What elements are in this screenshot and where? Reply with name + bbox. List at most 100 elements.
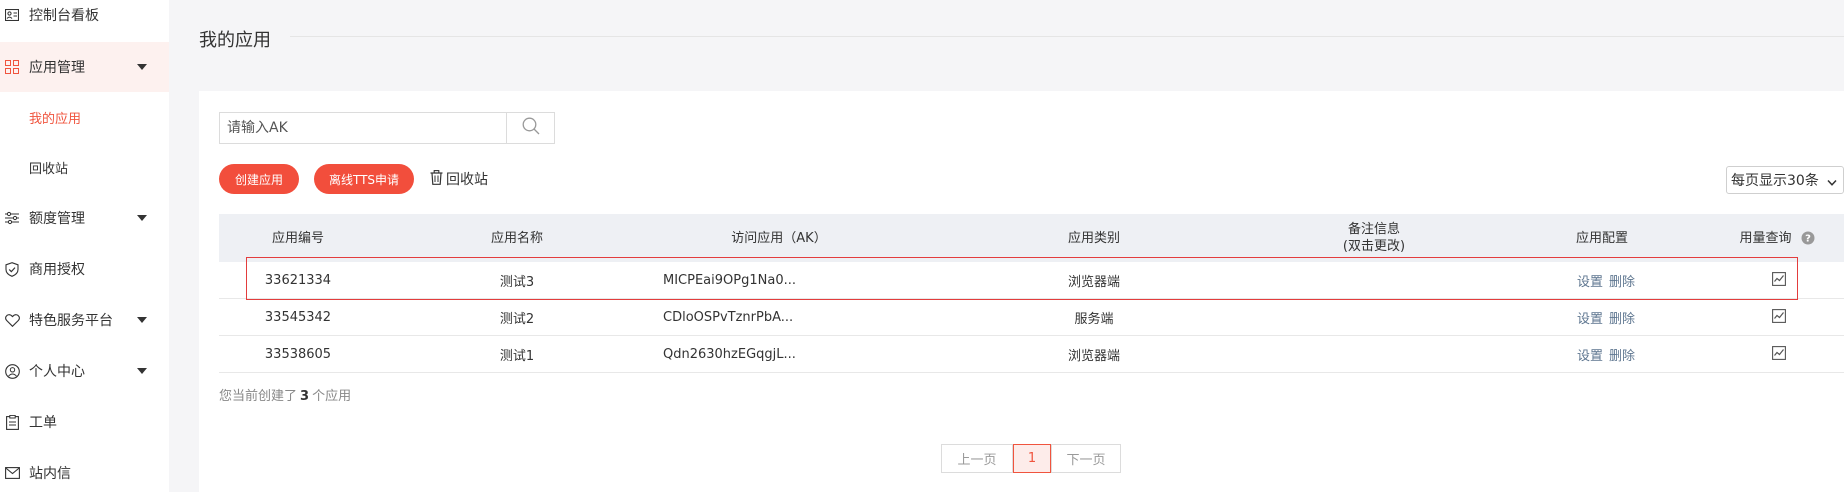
trash-icon	[430, 169, 443, 189]
cell-ak: Qdn2630hzEGqgjL...	[663, 347, 796, 362]
column-header-note-line2: (双击更改)	[1342, 239, 1406, 254]
cell-note[interactable]	[1314, 262, 1434, 299]
sidebar-item-recycle-bin[interactable]: 回收站	[0, 142, 169, 192]
column-header-usage-label: 用量查询	[1739, 230, 1792, 246]
sidebar-item-label: 回收站	[29, 161, 69, 177]
create-app-button[interactable]: 创建应用	[219, 164, 299, 194]
column-header-id: 应用编号	[271, 230, 324, 246]
grid-icon	[4, 59, 20, 75]
page-size-select[interactable]: 每页显示30条	[1726, 166, 1844, 194]
cell-name: 测试1	[499, 349, 535, 364]
cell-note[interactable]	[1314, 336, 1434, 373]
cell-type: 服务端	[1074, 312, 1114, 327]
caret-down-icon	[137, 368, 147, 374]
caret-down-icon	[137, 215, 147, 221]
column-header-note-line1: 备注信息	[1347, 222, 1400, 237]
sidebar-item-label: 工单	[29, 415, 57, 431]
prev-page-button[interactable]: 上一页	[941, 444, 1013, 473]
summary-count: 3	[300, 389, 310, 404]
sidebar-item-label: 个人中心	[29, 364, 85, 380]
sidebar: 控制台看板 应用管理 我的应用 回收站 额度管理 商用授权 特色服务平台 个人中…	[0, 0, 169, 492]
column-header-type: 应用类别	[1067, 230, 1120, 246]
table-row: 33538605 测试1 Qdn2630hzEGqgjL... 浏览器端 设置 …	[219, 336, 1844, 373]
recycle-bin-label: 回收站	[446, 172, 488, 188]
sliders-icon	[4, 210, 20, 226]
sidebar-item-quota[interactable]: 额度管理	[0, 193, 169, 243]
mail-icon	[4, 465, 20, 481]
shield-check-icon	[4, 261, 20, 277]
column-header-usage: 用量查询 ?	[1722, 214, 1832, 262]
cell-type: 浏览器端	[1067, 275, 1120, 290]
sidebar-item-commercial-license[interactable]: 商用授权	[0, 244, 169, 294]
cell-name: 测试3	[499, 275, 535, 290]
column-header-ak: 访问应用（AK）	[731, 230, 827, 246]
cell-type: 浏览器端	[1067, 349, 1120, 364]
sidebar-item-label: 商用授权	[29, 262, 85, 278]
column-header-name: 应用名称	[490, 230, 543, 246]
sidebar-item-label: 站内信	[29, 466, 71, 482]
clipboard-icon	[4, 414, 20, 430]
caret-down-icon	[137, 317, 147, 323]
search-box	[219, 112, 555, 144]
sidebar-item-dashboard[interactable]: 控制台看板	[0, 0, 169, 40]
settings-link[interactable]: 设置	[1577, 345, 1603, 364]
sidebar-item-label: 控制台看板	[29, 8, 99, 24]
cell-ak: MICPEai9OPg1Na0...	[663, 273, 796, 288]
column-header-note: 备注信息 (双击更改)	[1314, 214, 1434, 262]
sidebar-item-label: 特色服务平台	[29, 313, 113, 329]
summary-prefix: 您当前创建了	[219, 389, 298, 404]
search-icon	[522, 117, 540, 139]
table-header: 应用编号 应用名称 访问应用（AK） 应用类别 备注信息 (双击更改) 应用配置…	[219, 214, 1844, 262]
sidebar-item-label: 应用管理	[29, 60, 85, 76]
sidebar-item-label: 额度管理	[29, 211, 85, 227]
usage-chart-icon[interactable]	[1772, 271, 1786, 290]
page-size-value: 每页显示30条	[1731, 173, 1819, 189]
sidebar-item-featured-services[interactable]: 特色服务平台	[0, 295, 169, 345]
user-icon	[4, 363, 20, 379]
help-icon[interactable]: ?	[1801, 231, 1815, 245]
usage-chart-icon[interactable]	[1772, 308, 1786, 327]
next-page-button[interactable]: 下一页	[1051, 444, 1121, 473]
search-input[interactable]	[220, 113, 506, 143]
cell-name: 测试2	[499, 312, 535, 327]
cell-id: 33538605	[264, 347, 332, 362]
cell-config: 设置 删除	[1577, 262, 1677, 299]
sidebar-item-app-management[interactable]: 应用管理	[0, 42, 169, 92]
cell-config: 设置 删除	[1577, 299, 1677, 336]
divider	[290, 36, 1844, 37]
svg-text:?: ?	[1805, 234, 1811, 245]
sidebar-item-label: 我的应用	[29, 111, 82, 127]
delete-link[interactable]: 删除	[1609, 308, 1635, 327]
cell-config: 设置 删除	[1577, 336, 1677, 373]
app-count-summary: 您当前创建了 3 个应用	[219, 385, 351, 404]
sidebar-item-personal-center[interactable]: 个人中心	[0, 346, 169, 396]
settings-link[interactable]: 设置	[1577, 271, 1603, 290]
summary-suffix: 个应用	[312, 389, 352, 404]
offline-tts-apply-button[interactable]: 离线TTS申请	[314, 164, 414, 194]
page-title: 我的应用	[199, 30, 271, 51]
cell-id: 33621334	[264, 273, 332, 288]
settings-link[interactable]: 设置	[1577, 308, 1603, 327]
heart-icon	[4, 312, 20, 328]
caret-down-icon	[137, 64, 147, 70]
id-card-icon	[4, 7, 20, 23]
column-header-config: 应用配置	[1575, 230, 1628, 246]
cell-ak: CDloOSPvTznrPbA...	[663, 310, 794, 325]
sidebar-item-my-apps[interactable]: 我的应用	[0, 92, 169, 142]
cell-usage	[1749, 299, 1809, 336]
cell-id: 33545342	[264, 310, 332, 325]
table-row: 33545342 测试2 CDloOSPvTznrPbA... 服务端 设置 删…	[219, 299, 1844, 336]
delete-link[interactable]: 删除	[1609, 345, 1635, 364]
cell-usage	[1749, 262, 1809, 299]
page-1-button[interactable]: 1	[1013, 444, 1051, 473]
recycle-bin-button[interactable]: 回收站	[430, 167, 488, 191]
sidebar-item-work-order[interactable]: 工单	[0, 397, 169, 447]
cell-note[interactable]	[1314, 299, 1434, 336]
cell-usage	[1749, 336, 1809, 373]
delete-link[interactable]: 删除	[1609, 271, 1635, 290]
search-button[interactable]	[506, 113, 555, 143]
table-row: 33621334 测试3 MICPEai9OPg1Na0... 浏览器端 设置 …	[219, 262, 1844, 299]
usage-chart-icon[interactable]	[1772, 345, 1786, 364]
sidebar-item-messages[interactable]: 站内信	[0, 448, 169, 492]
chevron-down-icon	[1827, 175, 1837, 191]
